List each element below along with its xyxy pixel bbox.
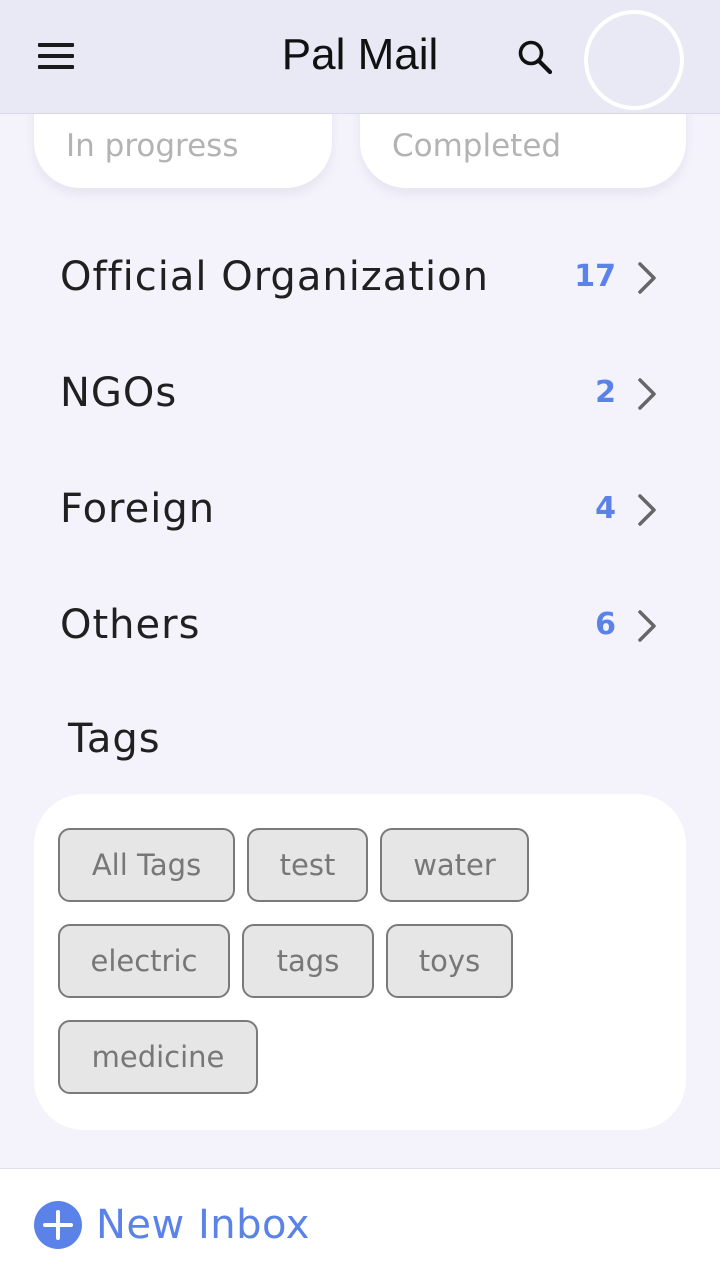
category-label: Foreign — [60, 486, 216, 532]
chevron-right-icon — [638, 262, 656, 294]
category-count: 6 — [595, 607, 616, 642]
filter-in-progress-label: In progress — [66, 128, 239, 164]
category-count: 2 — [595, 375, 616, 410]
category-count: 4 — [595, 491, 616, 526]
add-circle-icon — [34, 1201, 82, 1249]
category-row-ngos[interactable]: NGOs 2 — [0, 342, 720, 458]
search-icon[interactable] — [512, 34, 558, 80]
category-row-foreign[interactable]: Foreign 4 — [0, 458, 720, 574]
chevron-right-icon — [638, 610, 656, 642]
category-label: Official Organization — [60, 254, 489, 300]
tag-chip-medicine[interactable]: medicine — [58, 1020, 258, 1094]
category-label: NGOs — [60, 370, 178, 416]
avatar[interactable] — [584, 10, 684, 110]
app-bar: Pal Mail — [0, 0, 720, 114]
chevron-right-icon — [638, 494, 656, 526]
tag-chip-tags[interactable]: tags — [242, 924, 374, 998]
hamburger-menu-icon[interactable] — [36, 41, 76, 71]
tags-section-title: Tags — [68, 716, 161, 762]
filter-completed-label: Completed — [392, 128, 562, 164]
new-inbox-label: New Inbox — [96, 1202, 310, 1248]
tag-chip-test[interactable]: test — [247, 828, 368, 902]
tag-chip-electric[interactable]: electric — [58, 924, 230, 998]
tags-card: All Tags test water electric tags toys m… — [34, 794, 686, 1130]
chevron-right-icon — [638, 378, 656, 410]
category-label: Others — [60, 602, 201, 648]
tag-chip-all-tags[interactable]: All Tags — [58, 828, 235, 902]
category-count: 17 — [574, 259, 616, 294]
category-row-others[interactable]: Others 6 — [0, 574, 720, 690]
category-row-official-organization[interactable]: Official Organization 17 — [0, 226, 720, 342]
bottom-bar: New Inbox — [0, 1168, 720, 1280]
tag-chip-water[interactable]: water — [380, 828, 529, 902]
tag-chip-toys[interactable]: toys — [386, 924, 513, 998]
